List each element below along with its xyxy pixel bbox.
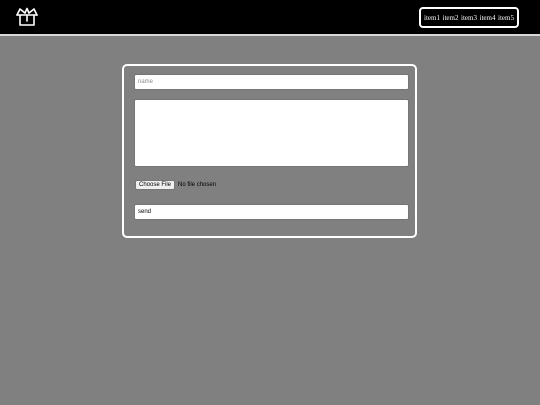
open-box-icon[interactable] [16, 7, 38, 27]
top-navbar: item1 item2 item3 item4 item5 [0, 0, 540, 36]
file-upload: Choose File No file chosen [135, 180, 216, 190]
send-button[interactable] [134, 204, 409, 220]
message-textarea[interactable] [134, 99, 409, 167]
nav-menu: item1 item2 item3 item4 item5 [419, 7, 519, 28]
nav-item-3[interactable]: item3 [461, 14, 477, 22]
file-status-text: No file chosen [178, 182, 217, 188]
contact-form: Choose File No file chosen [122, 64, 417, 238]
choose-file-button[interactable]: Choose File [135, 180, 176, 190]
name-input[interactable] [134, 74, 409, 90]
nav-item-5[interactable]: item5 [498, 14, 514, 22]
nav-item-2[interactable]: item2 [443, 14, 459, 22]
nav-item-4[interactable]: item4 [480, 14, 496, 22]
nav-item-1[interactable]: item1 [424, 14, 440, 22]
